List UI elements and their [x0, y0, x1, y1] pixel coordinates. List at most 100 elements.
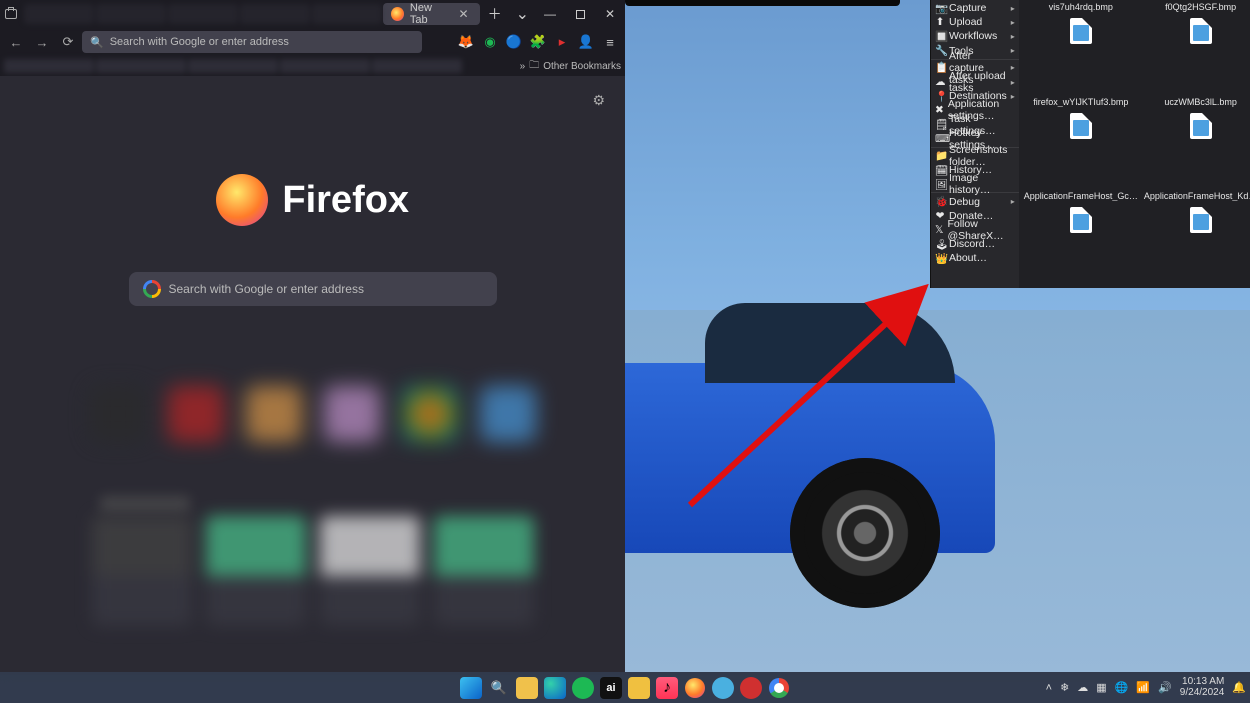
tray-wifi-icon[interactable]: 📶 — [1136, 681, 1150, 694]
nav-forward-icon[interactable]: → — [30, 30, 54, 54]
menu-item-icon: 📋 — [935, 61, 945, 74]
notifications-icon[interactable]: 🔔 — [1232, 681, 1246, 694]
edge-icon[interactable] — [544, 677, 566, 699]
menu-item-icon: 🔲 — [935, 30, 945, 43]
menu-item-label: Workflows — [949, 30, 997, 42]
window-minimize-button[interactable]: — — [535, 0, 565, 28]
spotify-icon[interactable] — [572, 677, 594, 699]
firefox-window: New Tab ✕ ＋ ⌄ — ✕ ← → ⟳ 🔍 Search with Go… — [0, 0, 625, 672]
tray-onedrive-icon[interactable]: ☁ — [1077, 681, 1088, 694]
menu-item-icon: 📷 — [935, 2, 945, 15]
clock-date: 9/24/2024 — [1180, 688, 1225, 699]
thumbnail-filename: uczWMBc3lL.bmp — [1141, 97, 1250, 107]
thumbnail-filename: firefox_wYlJKTIuf3.bmp — [1021, 97, 1141, 107]
taskbar-clock[interactable]: 10:13 AM 9/24/2024 — [1180, 677, 1225, 698]
sharex-menu-item[interactable]: 👑 About… — [931, 251, 1019, 265]
newtab-settings-icon[interactable]: ⚙ — [592, 92, 605, 109]
tray-language-icon[interactable]: 🌐 — [1115, 681, 1129, 694]
tab-new-tab[interactable]: New Tab ✕ — [383, 3, 480, 25]
taskbar-search-icon[interactable]: 🔍 — [488, 677, 510, 699]
system-tray: ˄ ❄ ☁ ▦ 🌐 📶 🔊 10:13 AM 9/24/2024 🔔 — [1046, 677, 1246, 698]
start-button[interactable] — [460, 677, 482, 699]
tab-label: New Tab — [410, 2, 450, 26]
app-icon-c[interactable] — [712, 677, 734, 699]
app-icon-d[interactable] — [740, 677, 762, 699]
urlbar[interactable]: 🔍 Search with Google or enter address — [82, 31, 422, 53]
screenshot-thumbnail[interactable]: vis7uh4rdq.bmp — [1021, 2, 1141, 97]
sharex-menu-item[interactable]: 🖼Image history… — [931, 177, 1019, 191]
thumbnail-filename: f0Qtg2HSGF.bmp — [1141, 2, 1250, 12]
menu-item-label: About… — [949, 252, 987, 264]
file-explorer-icon[interactable] — [516, 677, 538, 699]
menu-item-label: Image history… — [949, 172, 1015, 196]
screenshot-thumbnail[interactable]: ApplicationFrameHost_Kd… — [1141, 191, 1250, 286]
app-icon-a[interactable]: ai — [600, 677, 622, 699]
screenshot-thumbnail[interactable]: firefox_wYlJKTIuf3.bmp — [1021, 97, 1141, 192]
nav-back-icon[interactable]: ← — [4, 30, 28, 54]
submenu-arrow-icon: ▸ — [1011, 63, 1015, 72]
window-close-button[interactable]: ✕ — [595, 0, 625, 28]
list-all-tabs-icon[interactable] — [0, 0, 23, 28]
sharex-menu-item[interactable]: 🔲 Workflows ▸ — [931, 29, 1019, 43]
sharex-menu-item[interactable]: 🐞 Debug ▸ — [931, 194, 1019, 208]
newtab-search-input[interactable]: Search with Google or enter address — [129, 272, 497, 306]
menu-item-label: Discord… — [949, 238, 995, 250]
firefox-newtab-page: ⚙ Firefox Search with Google or enter ad… — [0, 76, 625, 672]
bookmarks-overflow[interactable]: » 🗀 Other Bookmarks — [520, 58, 621, 75]
firefox-logo-icon — [216, 174, 268, 226]
tab-close-icon[interactable]: ✕ — [456, 7, 472, 21]
sharex-menu-item[interactable]: 📁Screenshots folder… — [931, 149, 1019, 163]
firefox-brand-text: Firefox — [282, 179, 409, 221]
clock-time: 10:13 AM — [1180, 677, 1225, 688]
tray-volume-icon[interactable]: 🔊 — [1158, 681, 1172, 694]
menu-item-icon: ❤ — [935, 210, 945, 222]
menu-item-icon: 👑 — [935, 252, 945, 265]
firefox-taskbar-icon[interactable] — [684, 677, 706, 699]
app-menu-icon[interactable]: ≡ — [599, 31, 621, 53]
tray-icon-2[interactable]: ▦ — [1096, 681, 1106, 694]
tabs-dropdown-icon[interactable]: ⌄ — [510, 0, 535, 28]
tray-chevron-icon[interactable]: ˄ — [1046, 682, 1052, 694]
nav-reload-icon[interactable]: ⟳ — [56, 30, 80, 54]
urlbar-placeholder: Search with Google or enter address — [110, 36, 289, 48]
firefox-nav-bar: ← → ⟳ 🔍 Search with Google or enter addr… — [0, 28, 625, 56]
section-header-blurred — [100, 496, 190, 512]
screenshot-thumbnail[interactable]: ApplicationFrameHost_Gc… — [1021, 191, 1141, 286]
screenshot-thumbnail[interactable]: uczWMBc3lL.bmp — [1141, 97, 1250, 192]
extension-icon-4[interactable]: ▸ — [551, 31, 573, 53]
menu-item-icon: 🗓 — [935, 164, 945, 177]
tray-icon-1[interactable]: ❄ — [1060, 681, 1069, 694]
thumbnail-filename: ApplicationFrameHost_Kd… — [1141, 191, 1250, 201]
firefox-tab-strip: New Tab ✕ ＋ ⌄ — ✕ — [0, 0, 625, 28]
submenu-arrow-icon: ▸ — [1011, 197, 1015, 206]
submenu-arrow-icon: ▸ — [1011, 32, 1015, 41]
firefox-icon — [391, 7, 404, 21]
menu-item-icon: 🕹 — [935, 238, 945, 251]
menu-item-icon: 🐞 — [935, 195, 945, 208]
screenshot-thumbnail[interactable]: f0Qtg2HSGF.bmp — [1141, 2, 1250, 97]
account-icon[interactable]: 👤 — [575, 31, 597, 53]
sharex-menu-item[interactable]: ☁After upload tasks▸ — [931, 75, 1019, 89]
sharex-menu-item[interactable]: 🕹 Discord… — [931, 237, 1019, 251]
sharex-menu-item[interactable]: 📷Capture▸ — [931, 1, 1019, 15]
new-tab-button[interactable]: ＋ — [480, 0, 510, 28]
extension-icon-2[interactable]: ◉ — [479, 31, 501, 53]
bookmarks-toolbar: » 🗀 Other Bookmarks — [0, 56, 625, 76]
extension-icon-3[interactable]: 🔵 — [503, 31, 525, 53]
window-maximize-button[interactable] — [565, 0, 595, 28]
app-icon-b[interactable] — [628, 677, 650, 699]
extensions-icon[interactable]: 🧩 — [527, 31, 549, 53]
chrome-icon[interactable] — [768, 677, 790, 699]
image-file-icon — [1190, 207, 1212, 233]
google-icon — [143, 280, 161, 298]
menu-item-icon: 🖼 — [935, 178, 945, 191]
sharex-menu-item[interactable]: 𝕏Follow @ShareX… — [931, 223, 1019, 237]
apple-music-icon[interactable]: ♪ — [656, 677, 678, 699]
menu-item-label: Debug — [949, 196, 980, 208]
sharex-panel: 📷Capture▸⬆Upload▸🔲Workflows▸🔧Tools▸📋Afte… — [930, 0, 1250, 288]
menu-item-label: Upload — [949, 16, 982, 28]
extension-icon-1[interactable]: 🦊 — [455, 31, 477, 53]
sharex-menu-item[interactable]: ⬆Upload▸ — [931, 15, 1019, 29]
submenu-arrow-icon: ▸ — [1011, 46, 1015, 55]
menu-item-icon: ☁ — [935, 76, 945, 88]
